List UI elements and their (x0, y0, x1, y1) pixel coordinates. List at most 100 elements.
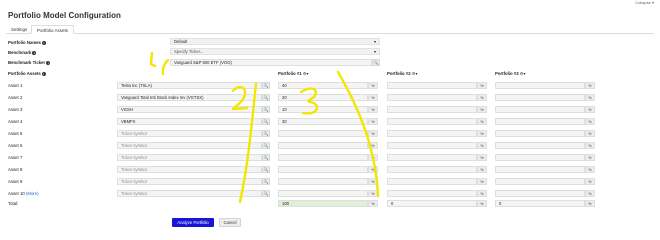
benchmark-label: Benchmark i (8, 50, 37, 55)
percent-suffix: % (477, 130, 487, 137)
search-icon[interactable]: 🔍 (262, 118, 270, 125)
page-title: Portfolio Model Configuration (8, 11, 121, 20)
portfolio-2-weight-input[interactable] (387, 118, 477, 125)
ticker-input[interactable]: Ticker symbol (117, 166, 262, 173)
portfolio-3-header: Portfolio #3 ⚙▾ (495, 71, 526, 76)
portfolio-1-total: 100 (278, 200, 368, 207)
portfolio-2-total: 0 (387, 200, 477, 207)
portfolio-3-weight-input[interactable] (495, 118, 585, 125)
portfolio-3-weight-input[interactable] (495, 130, 585, 137)
ticker-input[interactable]: Ticker symbol (117, 190, 262, 197)
search-icon[interactable]: 🔍 (262, 130, 270, 137)
search-icon[interactable]: 🔍 (262, 166, 270, 173)
more-assets-link[interactable]: (More) (26, 191, 39, 196)
cancel-button[interactable]: Cancel (219, 218, 241, 227)
portfolio-3-weight-input[interactable] (495, 106, 585, 113)
ticker-input[interactable]: Ticker symbol (117, 142, 262, 149)
tab-bar: Settings Portfolio Assets (6, 25, 654, 34)
percent-suffix: % (477, 166, 487, 173)
percent-suffix: % (585, 106, 595, 113)
chevron-down-icon: ▾ (651, 0, 654, 5)
search-icon[interactable]: 🔍 (262, 178, 270, 185)
percent-suffix: % (477, 94, 487, 101)
percent-suffix: % (368, 82, 378, 89)
ticker-input[interactable]: Ticker symbol (117, 154, 262, 161)
benchmark-select[interactable]: Specify Ticker... ▾ (170, 48, 380, 55)
portfolio-names-label: Portfolio Names i (8, 40, 46, 45)
percent-suffix: % (477, 190, 487, 197)
search-icon[interactable]: 🔍 (262, 94, 270, 101)
portfolio-2-weight-input[interactable] (387, 82, 477, 89)
ticker-input[interactable]: VGSH (117, 106, 262, 113)
percent-suffix: % (585, 142, 595, 149)
percent-suffix: % (477, 142, 487, 149)
chevron-down-icon: ▾ (306, 71, 309, 76)
percent-suffix: % (368, 142, 378, 149)
portfolio-assets-label: Portfolio Assets i (8, 71, 46, 76)
tab-portfolio-assets[interactable]: Portfolio Assets (31, 25, 75, 34)
portfolio-3-weight-input[interactable] (495, 94, 585, 101)
annotation-mark-1 (149, 51, 157, 68)
search-icon[interactable]: 🔍 (262, 142, 270, 149)
search-icon[interactable]: 🔍 (262, 190, 270, 197)
portfolio-1-weight-input[interactable]: 30 (278, 118, 368, 125)
percent-suffix: % (477, 154, 487, 161)
portfolio-1-weight-input[interactable]: 20 (278, 94, 368, 101)
portfolio-1-weight-input[interactable] (278, 142, 368, 149)
portfolio-2-weight-input[interactable] (387, 154, 477, 161)
portfolio-3-weight-input[interactable] (495, 142, 585, 149)
portfolio-1-weight-input[interactable]: 40 (278, 82, 368, 89)
portfolio-2-weight-input[interactable] (387, 142, 477, 149)
portfolio-3-weight-input[interactable] (495, 190, 585, 197)
portfolio-3-weight-input[interactable] (495, 178, 585, 185)
percent-suffix: % (585, 166, 595, 173)
analyze-portfolio-button[interactable]: Analyze Portfolio (172, 218, 214, 227)
percent-suffix: % (477, 82, 487, 89)
ticker-input[interactable]: Ticker symbol (117, 178, 262, 185)
portfolio-3-weight-input[interactable] (495, 82, 585, 89)
portfolio-3-weight-input[interactable] (495, 166, 585, 173)
portfolio-2-weight-input[interactable] (387, 94, 477, 101)
info-icon: i (46, 60, 51, 65)
search-icon[interactable]: 🔍 (262, 154, 270, 161)
portfolio-2-header: Portfolio #2 ⚙▾ (387, 71, 418, 76)
portfolio-2-weight-input[interactable] (387, 106, 477, 113)
info-icon: i (41, 71, 46, 76)
portfolio-1-weight-input[interactable] (278, 178, 368, 185)
collapse-link[interactable]: Collapse ▾ (635, 0, 654, 5)
benchmark-ticker-input[interactable]: Vanguard S&P 500 ETF (VOO) (170, 59, 372, 66)
percent-suffix: % (585, 82, 595, 89)
chevron-down-icon: ▾ (373, 39, 376, 44)
portfolio-2-weight-input[interactable] (387, 190, 477, 197)
info-icon: i (41, 40, 46, 45)
asset-label: Asset 6 (8, 143, 23, 148)
portfolio-1-weight-input[interactable] (278, 166, 368, 173)
portfolio-3-weight-input[interactable] (495, 154, 585, 161)
portfolio-1-weight-input[interactable] (278, 130, 368, 137)
asset-label: Asset 9 (8, 179, 23, 184)
portfolio-1-weight-input[interactable]: 10 (278, 106, 368, 113)
percent-suffix: % (585, 130, 595, 137)
ticker-input[interactable]: VBMFX (117, 118, 262, 125)
percent-suffix: % (368, 94, 378, 101)
tab-settings[interactable]: Settings (6, 25, 32, 34)
percent-suffix: % (585, 178, 595, 185)
search-icon[interactable]: 🔍 (372, 59, 380, 66)
portfolio-names-select[interactable]: Default ▾ (170, 38, 380, 45)
portfolio-1-weight-input[interactable] (278, 154, 368, 161)
percent-suffix: % (368, 106, 378, 113)
percent-suffix: % (368, 154, 378, 161)
search-icon[interactable]: 🔍 (262, 106, 270, 113)
percent-suffix: % (477, 200, 487, 207)
percent-suffix: % (368, 166, 378, 173)
portfolio-2-weight-input[interactable] (387, 166, 477, 173)
portfolio-2-weight-input[interactable] (387, 178, 477, 185)
portfolio-1-header: Portfolio #1 ⚙▾ (278, 71, 309, 76)
info-icon: i (32, 50, 37, 55)
search-icon[interactable]: 🔍 (262, 82, 270, 89)
ticker-input[interactable]: Tesla Inc (TSLA) (117, 82, 262, 89)
portfolio-1-weight-input[interactable] (278, 190, 368, 197)
portfolio-2-weight-input[interactable] (387, 130, 477, 137)
ticker-input[interactable]: Ticker symbol (117, 130, 262, 137)
ticker-input[interactable]: Vanguard Total Intl Stock Index Inv (VGT… (117, 94, 262, 101)
